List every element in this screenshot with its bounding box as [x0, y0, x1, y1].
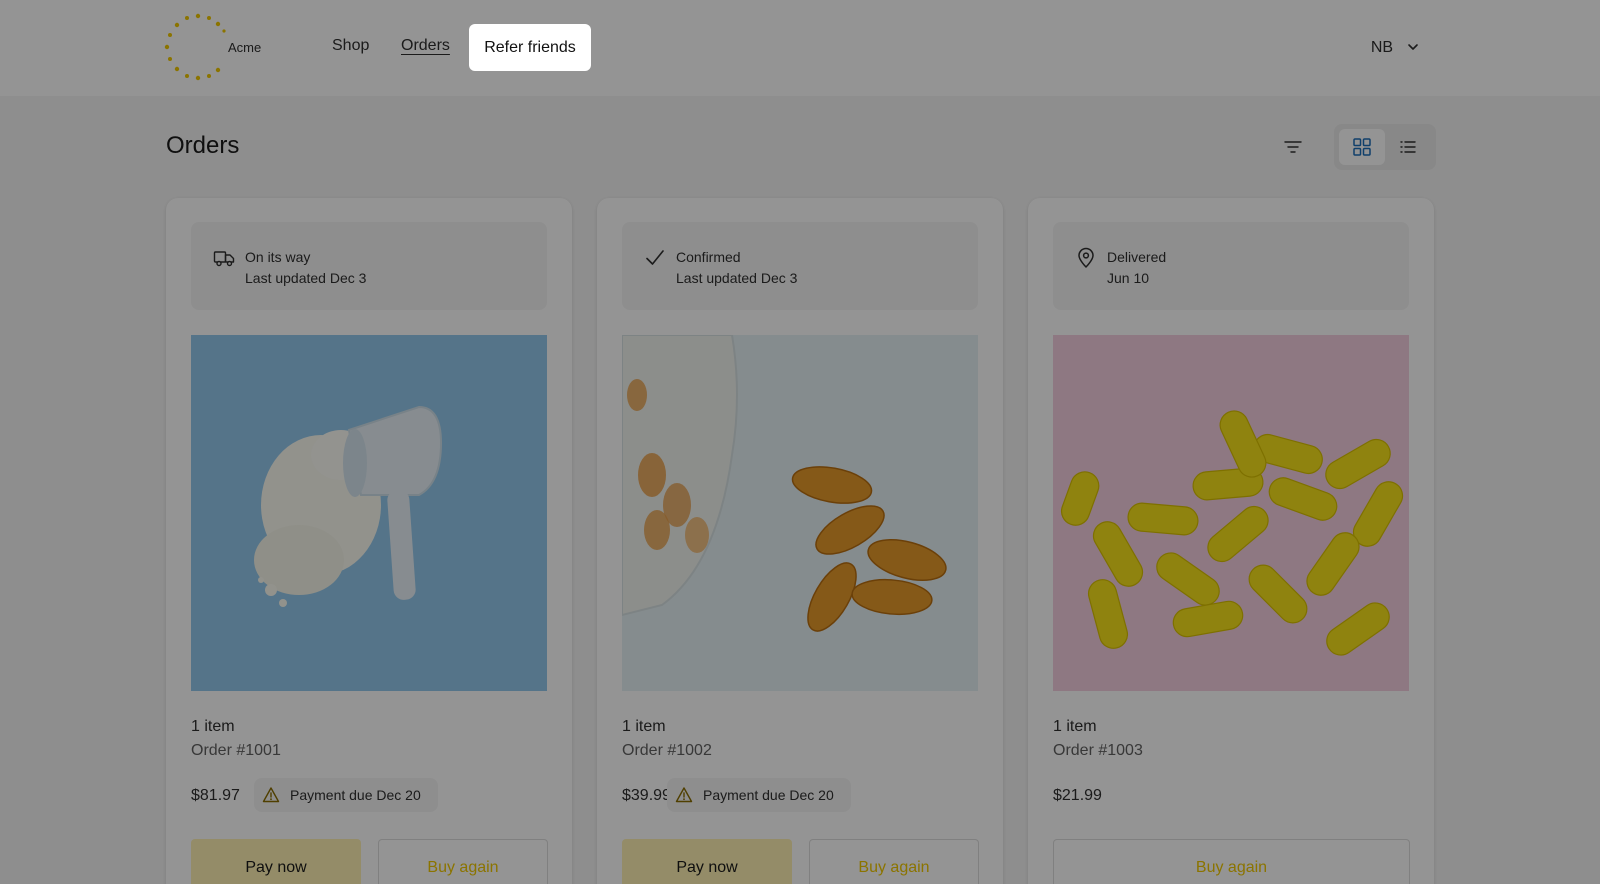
- onboarding-overlay[interactable]: [0, 0, 1600, 884]
- nav-refer-friends[interactable]: Refer friends: [469, 24, 591, 71]
